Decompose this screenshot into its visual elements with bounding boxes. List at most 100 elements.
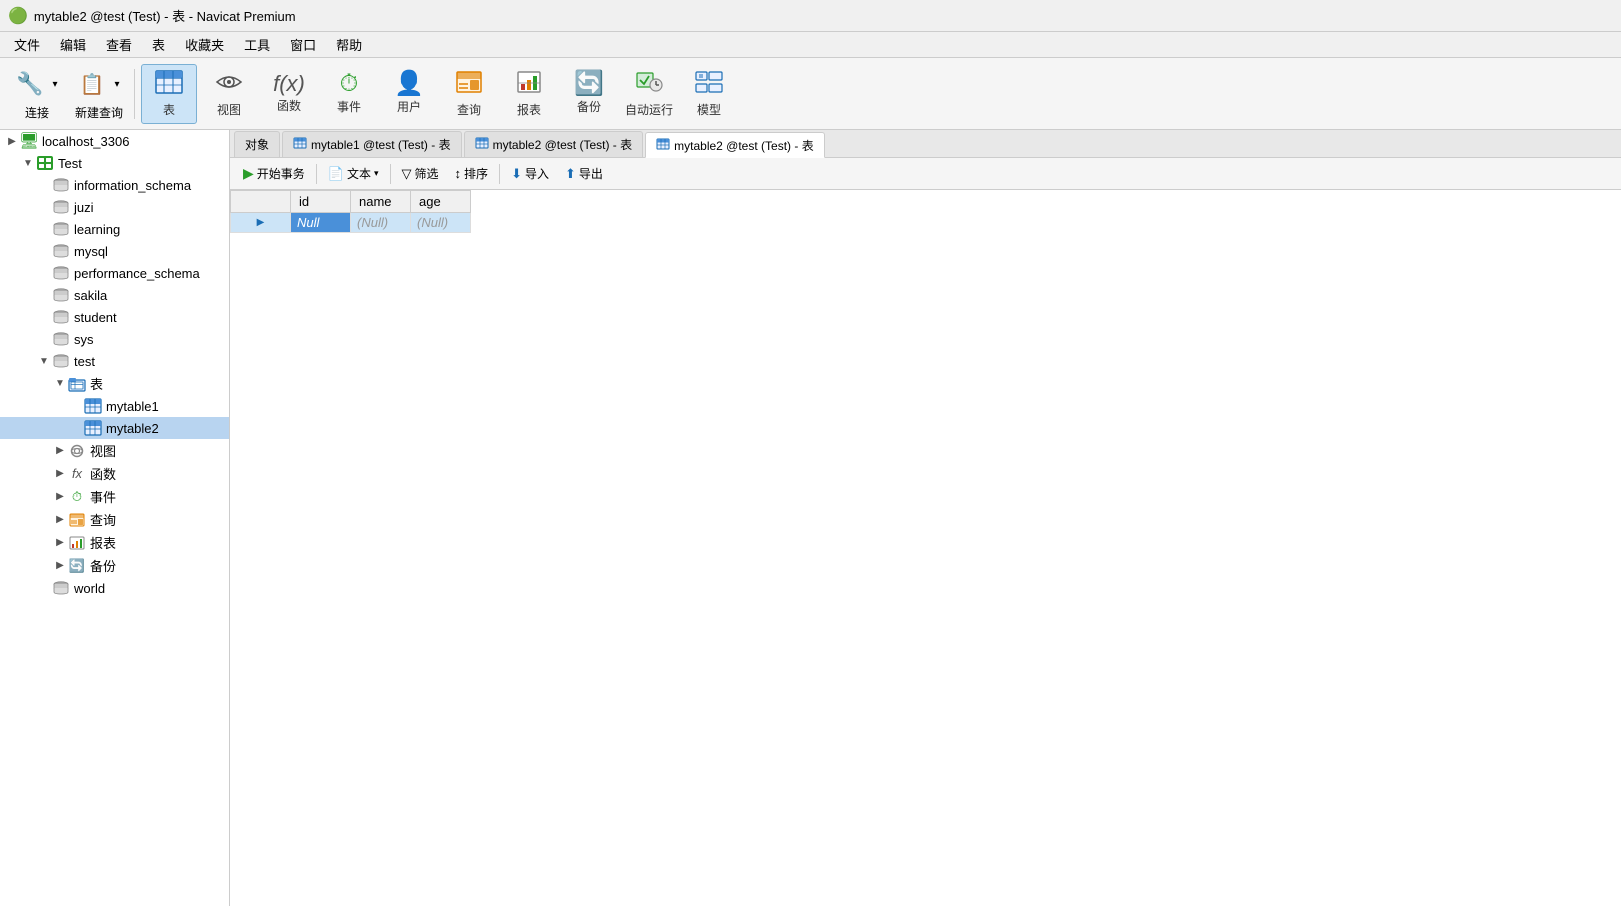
table-toolbar-btn[interactable]: 表 <box>141 64 197 124</box>
text-btn[interactable]: 📄 文本 ▾ <box>321 162 386 185</box>
titlebar: 🟢 mytable2 @test (Test) - 表 - Navicat Pr… <box>0 0 1621 32</box>
cell-name[interactable]: (Null) <box>351 213 411 233</box>
sidebar-item-function-folder[interactable]: ▶ fx 函数 <box>0 462 229 485</box>
toolbar: 🔧 ▾ 连接 📋 ▾ 新建查询 <box>0 58 1621 130</box>
db-icon-sys <box>52 330 70 348</box>
sidebar-item-juzi[interactable]: juzi <box>0 196 229 218</box>
model-toolbar-btn[interactable]: 模型 <box>681 64 737 124</box>
tab-object[interactable]: 对象 <box>234 131 280 157</box>
table-toolbar: ▶ 开始事务 📄 文本 ▾ ▽ 筛选 ↕ 排序 ⬇ 导入 <box>230 158 1621 190</box>
col-id[interactable]: id <box>291 191 351 213</box>
tab-mytable2-inactive-label: mytable2 @test (Test) - 表 <box>493 136 633 153</box>
db-icon-learning <box>52 220 70 238</box>
sidebar-item-learning[interactable]: learning <box>0 218 229 240</box>
report-icon <box>515 70 543 99</box>
table-icon <box>155 70 183 99</box>
sidebar-item-mysql[interactable]: mysql <box>0 240 229 262</box>
tab-mytable2-active[interactable]: mytable2 @test (Test) - 表 <box>645 132 825 158</box>
menu-item-文件[interactable]: 文件 <box>4 33 50 56</box>
begin-transaction-icon: ▶ <box>243 165 254 182</box>
begin-transaction-btn[interactable]: ▶ 开始事务 <box>236 162 312 185</box>
table-icon-mytable2 <box>84 419 102 437</box>
menubar: 文件编辑查看表收藏夹工具窗口帮助 <box>0 32 1621 58</box>
model-label: 模型 <box>697 101 721 118</box>
sidebar-item-query-folder[interactable]: ▶ 查询 <box>0 508 229 531</box>
sidebar-item-mytable2[interactable]: mytable2 <box>0 417 229 439</box>
server-icon: 🖥 <box>20 132 38 150</box>
function-folder-icon: fx <box>68 465 86 483</box>
new-query-button[interactable]: 📋 <box>74 66 110 102</box>
sidebar-item-test-server[interactable]: ▼ Test <box>0 152 229 174</box>
menu-item-表[interactable]: 表 <box>142 33 175 56</box>
report-toolbar-btn[interactable]: 报表 <box>501 64 557 124</box>
sidebar-item-event-folder[interactable]: ▶ ⏱ 事件 <box>0 485 229 508</box>
toolbar-sep-1 <box>134 69 135 119</box>
tab-mytable1[interactable]: mytable1 @test (Test) - 表 <box>282 131 462 157</box>
sort-icon: ↕ <box>455 166 462 181</box>
col-age[interactable]: age <box>411 191 471 213</box>
sidebar-item-student[interactable]: student <box>0 306 229 328</box>
sidebar-item-test-db[interactable]: ▼ test <box>0 350 229 372</box>
sidebar: ▶ 🖥 localhost_3306 ▼ Test <box>0 130 230 906</box>
menu-item-工具[interactable]: 工具 <box>234 33 280 56</box>
export-btn[interactable]: ⬆ 导出 <box>558 162 610 185</box>
function-toolbar-btn[interactable]: f(x) 函数 <box>261 64 317 124</box>
user-toolbar-btn[interactable]: 👤 用户 <box>381 64 437 124</box>
menu-item-窗口[interactable]: 窗口 <box>280 33 326 56</box>
sort-btn[interactable]: ↕ 排序 <box>448 162 496 185</box>
new-query-group: 📋 ▾ 新建查询 <box>70 58 128 129</box>
cell-id[interactable]: Null <box>291 213 351 233</box>
connect-button[interactable]: 🔧 <box>12 66 48 102</box>
menu-item-查看[interactable]: 查看 <box>96 33 142 56</box>
export-icon: ⬆ <box>565 166 576 182</box>
sidebar-item-table-folder[interactable]: ▼ 表 <box>0 372 229 395</box>
menu-item-收藏夹[interactable]: 收藏夹 <box>175 33 234 56</box>
text-dropdown-icon: ▾ <box>374 168 379 179</box>
db-icon-student <box>52 308 70 326</box>
app-icon: 🟢 <box>8 6 28 26</box>
query-toolbar-btn[interactable]: 查询 <box>441 64 497 124</box>
auto-run-label: 自动运行 <box>625 101 673 118</box>
db-icon-test <box>52 352 70 370</box>
connect-label: 连接 <box>25 104 49 121</box>
table-label: 表 <box>163 101 175 118</box>
sidebar-item-sakila[interactable]: sakila <box>0 284 229 306</box>
backup-toolbar-btn[interactable]: 🔄 备份 <box>561 64 617 124</box>
sidebar-item-mytable1[interactable]: mytable1 <box>0 395 229 417</box>
view-folder-icon <box>68 442 86 460</box>
data-table: id name age ▶ Null (Null) (Null) <box>230 190 471 233</box>
tab-mytable2-inactive[interactable]: mytable2 @test (Test) - 表 <box>464 131 644 157</box>
sidebar-item-report-folder[interactable]: ▶ 报表 <box>0 531 229 554</box>
sidebar-item-sys[interactable]: sys <box>0 328 229 350</box>
sidebar-item-backup-folder[interactable]: ▶ 🔄 备份 <box>0 554 229 577</box>
db-icon-world <box>52 579 70 597</box>
menu-item-编辑[interactable]: 编辑 <box>50 33 96 56</box>
text-icon: 📄 <box>328 166 344 182</box>
backup-folder-icon: 🔄 <box>68 557 86 575</box>
report-label: 报表 <box>517 101 541 118</box>
menu-item-帮助[interactable]: 帮助 <box>326 33 372 56</box>
connect-group: 🔧 ▾ 连接 <box>8 58 66 129</box>
main-area: ▶ 🖥 localhost_3306 ▼ Test <box>0 130 1621 906</box>
new-query-dropdown[interactable]: ▾ <box>110 72 124 96</box>
content-area: 对象 mytable1 @test (Test) - 表 <box>230 130 1621 906</box>
sidebar-item-performance-schema[interactable]: performance_schema <box>0 262 229 284</box>
filter-btn[interactable]: ▽ 筛选 <box>395 162 446 185</box>
query-icon <box>455 70 483 99</box>
table-row[interactable]: ▶ Null (Null) (Null) <box>231 213 471 233</box>
row-arrow: ▶ <box>231 213 291 233</box>
sidebar-item-view-folder[interactable]: ▶ 视图 <box>0 439 229 462</box>
connect-dropdown[interactable]: ▾ <box>48 72 62 96</box>
model-icon <box>695 70 723 99</box>
event-toolbar-btn[interactable]: ⏱ 事件 <box>321 64 377 124</box>
cell-age[interactable]: (Null) <box>411 213 471 233</box>
view-toolbar-btn[interactable]: 视图 <box>201 64 257 124</box>
sidebar-item-localhost[interactable]: ▶ 🖥 localhost_3306 <box>0 130 229 152</box>
tab-mytable1-label: mytable1 @test (Test) - 表 <box>311 136 451 153</box>
sidebar-item-world[interactable]: world <box>0 577 229 599</box>
col-name[interactable]: name <box>351 191 411 213</box>
user-label: 用户 <box>397 98 421 115</box>
auto-run-toolbar-btn[interactable]: 自动运行 <box>621 64 677 124</box>
sidebar-item-information-schema[interactable]: information_schema <box>0 174 229 196</box>
import-btn[interactable]: ⬇ 导入 <box>504 162 556 185</box>
